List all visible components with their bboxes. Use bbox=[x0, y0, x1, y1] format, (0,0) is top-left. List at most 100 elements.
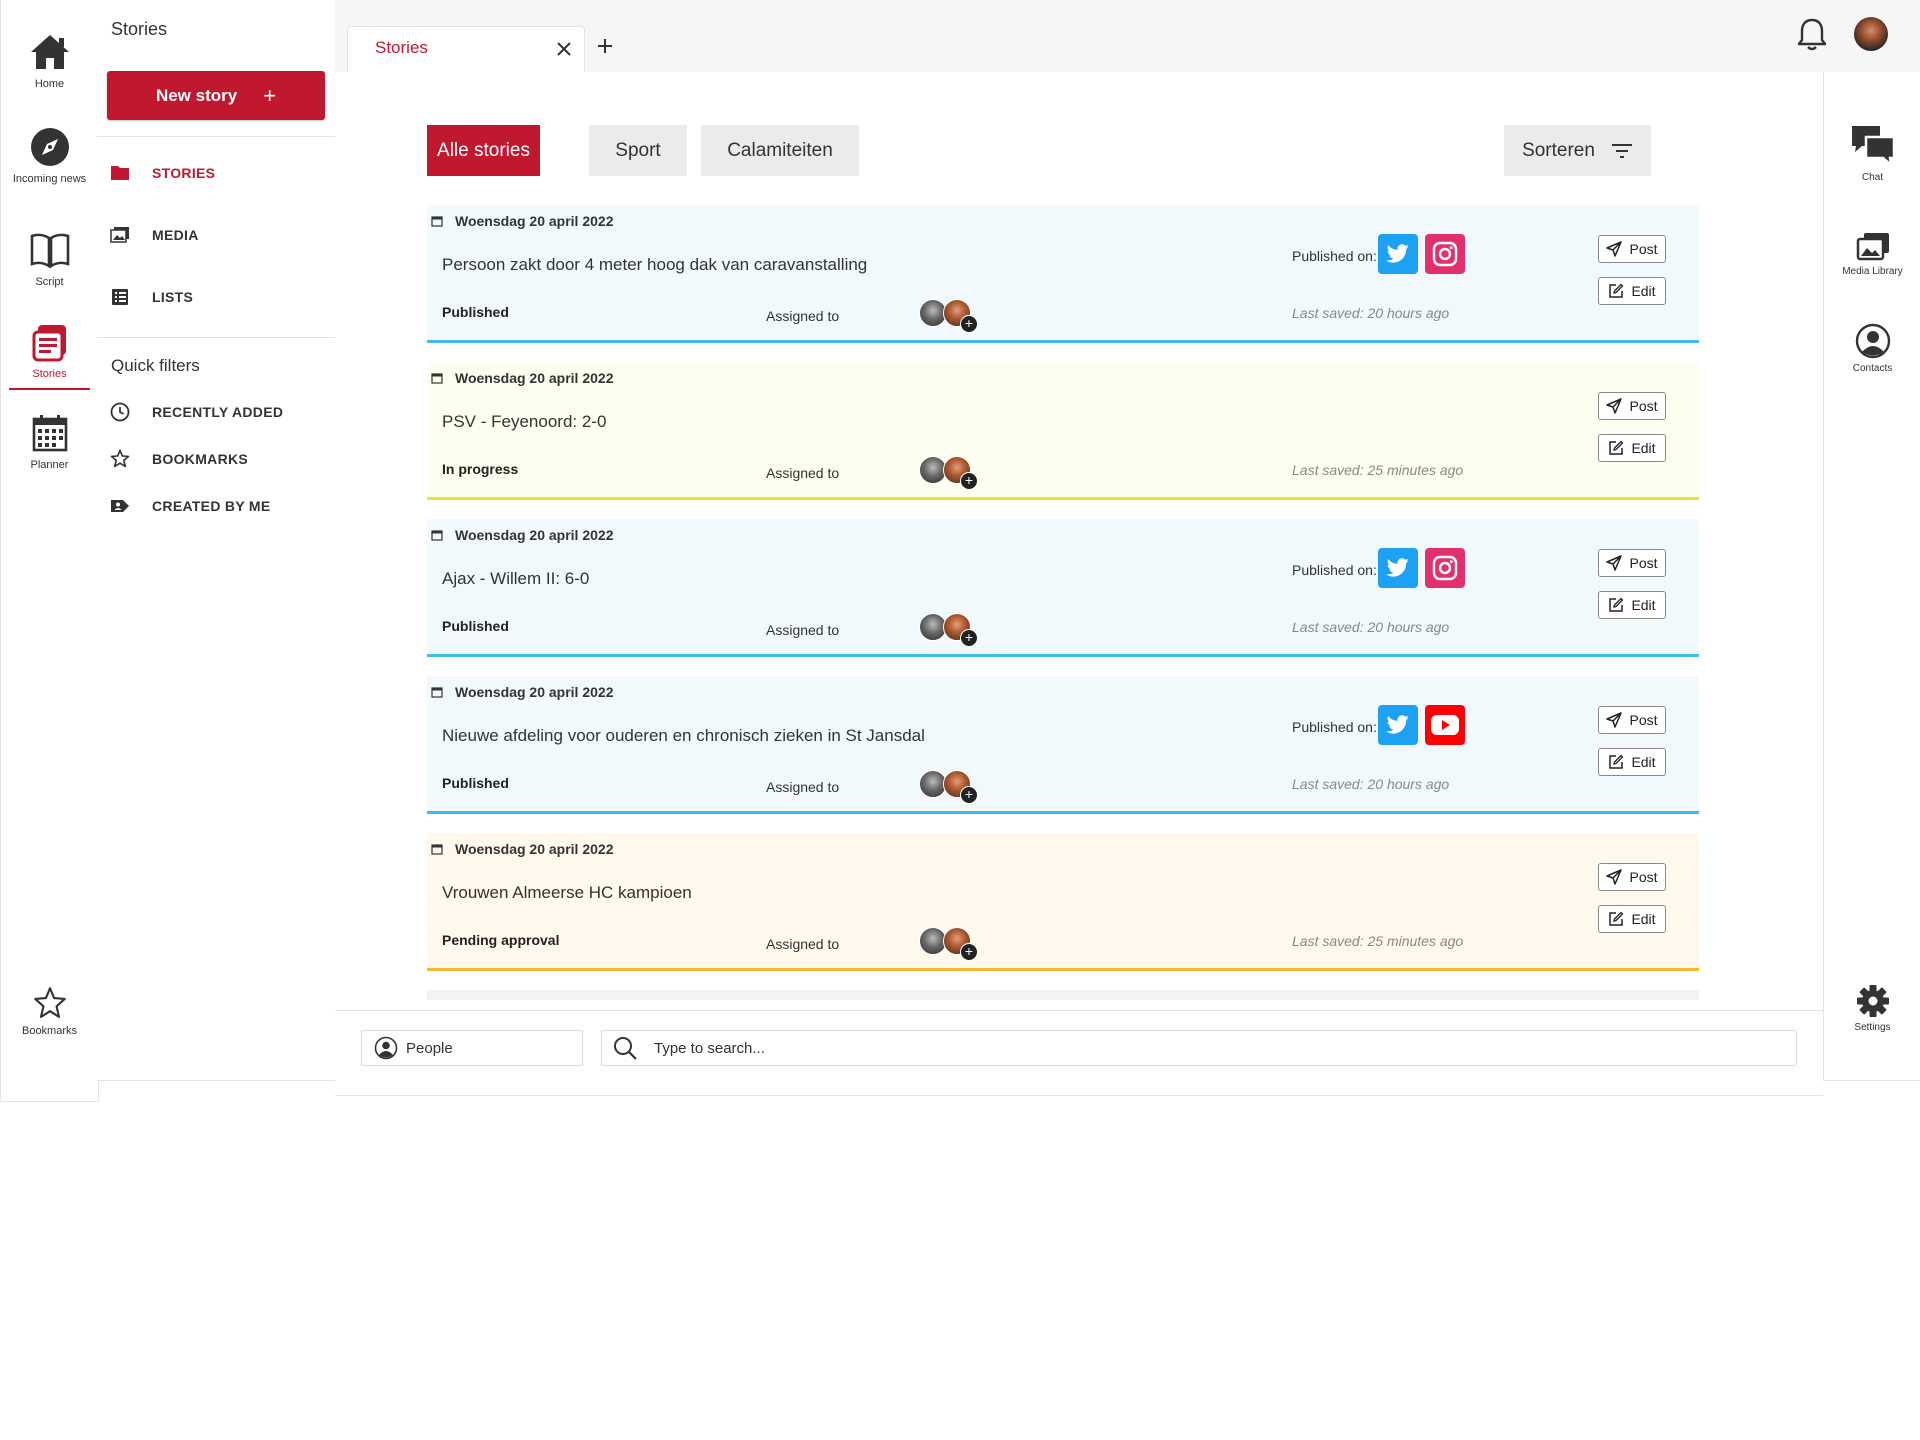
edit-icon bbox=[1609, 283, 1624, 298]
story-headline[interactable]: Persoon zakt door 4 meter hoog dak van c… bbox=[442, 255, 867, 275]
new-story-label: New story bbox=[155, 85, 238, 105]
tab-stories[interactable]: Stories bbox=[347, 26, 585, 73]
edit-button[interactable]: Edit bbox=[1598, 277, 1666, 305]
story-status: Published bbox=[442, 304, 509, 320]
edit-icon bbox=[1609, 911, 1624, 926]
story-headline[interactable]: PSV - Feyenoord: 2-0 bbox=[442, 412, 606, 432]
story-headline[interactable]: Nieuwe afdeling voor ouderen en chronisc… bbox=[442, 726, 925, 746]
rail-item-bookmarks[interactable]: Bookmarks bbox=[1, 985, 98, 1037]
people-filter-button[interactable]: People bbox=[361, 1030, 583, 1066]
rail-item-home[interactable]: Home bbox=[1, 30, 98, 90]
edit-label: Edit bbox=[1631, 597, 1656, 613]
sidebar-item-lists[interactable]: LISTS bbox=[110, 287, 193, 307]
quick-filter-label: BOOKMARKS bbox=[152, 451, 249, 467]
filter-calamiteiten[interactable]: Calamiteiten bbox=[701, 125, 859, 176]
send-icon bbox=[1606, 712, 1623, 728]
rail-label: Home bbox=[34, 78, 65, 90]
edit-button[interactable]: Edit bbox=[1598, 748, 1666, 776]
story-status: Pending approval bbox=[442, 932, 560, 948]
rail-item-incoming-news[interactable]: Incoming news bbox=[1, 125, 98, 185]
sidebar-item-stories[interactable]: STORIES bbox=[110, 163, 215, 183]
add-assignee-icon[interactable]: + bbox=[960, 315, 978, 333]
quick-filter-recently-added[interactable]: RECENTLY ADDED bbox=[110, 402, 283, 422]
send-icon bbox=[1606, 241, 1623, 257]
people-label: People bbox=[406, 1039, 453, 1057]
assignee-avatars: + bbox=[919, 770, 983, 804]
post-label: Post bbox=[1629, 241, 1658, 257]
story-headline[interactable]: Vrouwen Almeerse HC kampioen bbox=[442, 883, 692, 903]
rail-label: Stories bbox=[32, 368, 67, 380]
main-nav-rail: Home Incoming news Script Stories Planne… bbox=[0, 0, 99, 1102]
twitter-icon[interactable] bbox=[1378, 234, 1418, 274]
stories-main: Alle stories Sport Calamiteiten Sorteren… bbox=[335, 72, 1823, 1096]
assigned-to-label: Assigned to bbox=[766, 936, 840, 952]
story-card[interactable]: Woensdag 20 april 2022 Ajax - Willem II: … bbox=[427, 519, 1699, 657]
search-input[interactable] bbox=[652, 1038, 1756, 1058]
book-icon bbox=[30, 233, 69, 269]
add-assignee-icon[interactable]: + bbox=[960, 786, 978, 804]
quick-filter-created-by-me[interactable]: CREATED BY ME bbox=[110, 496, 271, 516]
send-icon bbox=[1606, 398, 1623, 414]
add-assignee-icon[interactable]: + bbox=[960, 629, 978, 647]
active-indicator bbox=[9, 388, 90, 390]
sidebar-item-media[interactable]: MEDIA bbox=[110, 225, 199, 245]
right-rail-item-settings[interactable]: Settings bbox=[1824, 984, 1920, 1033]
twitter-icon[interactable] bbox=[1378, 705, 1418, 745]
new-story-button[interactable]: New story + bbox=[107, 71, 325, 120]
story-card[interactable]: Woensdag 20 april 2022 PSV - Feyenoord: 2… bbox=[427, 362, 1699, 500]
edit-icon bbox=[1609, 597, 1624, 612]
right-rail-item-chat[interactable]: Chat bbox=[1824, 124, 1920, 183]
right-rail-item-contacts[interactable]: Contacts bbox=[1824, 323, 1920, 374]
bell-icon[interactable] bbox=[1795, 16, 1829, 52]
assigned-to-label: Assigned to bbox=[766, 622, 840, 638]
person-circle-icon bbox=[1855, 323, 1890, 359]
post-button[interactable]: Post bbox=[1598, 392, 1666, 420]
last-saved: Last saved: 25 minutes ago bbox=[1292, 462, 1464, 478]
post-label: Post bbox=[1629, 712, 1658, 728]
post-button[interactable]: Post bbox=[1598, 235, 1666, 263]
instagram-icon[interactable] bbox=[1425, 234, 1465, 274]
story-date: Woensdag 20 april 2022 bbox=[455, 527, 614, 543]
user-tag-icon bbox=[111, 500, 129, 512]
compass-icon bbox=[30, 128, 69, 166]
sidebar-item-label: STORIES bbox=[152, 165, 216, 181]
sort-button[interactable]: Sorteren bbox=[1504, 125, 1651, 176]
story-card[interactable]: Woensdag 20 april 2022 Nieuwe afdeling vo… bbox=[427, 676, 1699, 814]
published-on-label: Published on: bbox=[1292, 562, 1377, 578]
post-button[interactable]: Post bbox=[1598, 863, 1666, 891]
add-assignee-icon[interactable]: + bbox=[960, 943, 978, 961]
star-icon bbox=[33, 987, 66, 1018]
close-icon[interactable] bbox=[554, 39, 574, 59]
story-date: Woensdag 20 april 2022 bbox=[455, 370, 614, 386]
post-button[interactable]: Post bbox=[1598, 549, 1666, 577]
person-circle-icon bbox=[374, 1036, 398, 1060]
story-headline[interactable]: Ajax - Willem II: 6-0 bbox=[442, 569, 589, 589]
filter-sport[interactable]: Sport bbox=[589, 125, 687, 176]
assignee-avatars: + bbox=[919, 299, 983, 333]
user-avatar[interactable] bbox=[1854, 17, 1888, 51]
story-date: Woensdag 20 april 2022 bbox=[455, 841, 614, 857]
youtube-icon[interactable] bbox=[1425, 705, 1465, 745]
instagram-icon[interactable] bbox=[1425, 548, 1465, 588]
edit-button[interactable]: Edit bbox=[1598, 591, 1666, 619]
right-rail-item-media-library[interactable]: Media Library bbox=[1824, 232, 1920, 277]
edit-button[interactable]: Edit bbox=[1598, 905, 1666, 933]
rail-item-script[interactable]: Script bbox=[1, 228, 98, 288]
calendar-icon bbox=[431, 687, 443, 698]
filter-alle-stories[interactable]: Alle stories bbox=[427, 125, 540, 176]
edit-button[interactable]: Edit bbox=[1598, 434, 1666, 462]
post-button[interactable]: Post bbox=[1598, 706, 1666, 734]
add-assignee-icon[interactable]: + bbox=[960, 472, 978, 490]
story-status: In progress bbox=[442, 461, 519, 477]
app-root: Home Incoming news Script Stories Planne… bbox=[0, 0, 1920, 1102]
story-card[interactable]: Woensdag 20 april 2022 Vrouwen Almeerse H… bbox=[427, 833, 1699, 971]
sort-label: Sorteren bbox=[1522, 139, 1595, 161]
story-card[interactable]: Woensdag 20 april 2022 Persoon zakt door … bbox=[427, 205, 1699, 343]
add-tab-icon[interactable] bbox=[595, 36, 615, 56]
rail-item-stories[interactable]: Stories bbox=[1, 320, 98, 390]
rail-item-planner[interactable]: Planner bbox=[1, 411, 98, 471]
edit-label: Edit bbox=[1631, 440, 1656, 456]
list-icon bbox=[112, 289, 128, 305]
quick-filter-bookmarks[interactable]: BOOKMARKS bbox=[110, 449, 248, 469]
twitter-icon[interactable] bbox=[1378, 548, 1418, 588]
